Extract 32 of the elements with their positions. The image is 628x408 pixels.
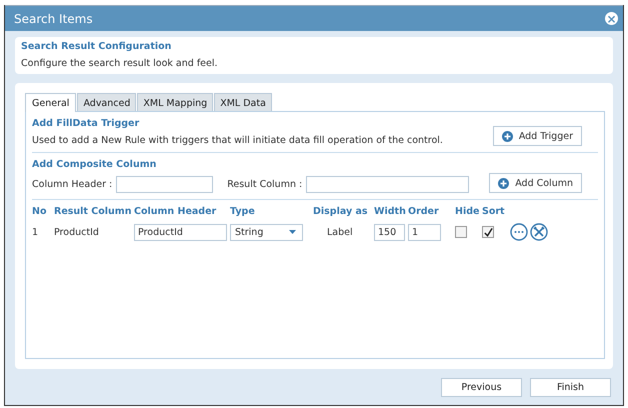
add-column-button[interactable]: Add Column <box>489 173 582 193</box>
tab[interactable]: General <box>25 93 76 112</box>
add-trigger-button[interactable]: Add Trigger <box>492 126 582 146</box>
field-label: Result Column : <box>227 179 302 190</box>
column-header-input[interactable]: ProductId <box>134 224 227 240</box>
column-header: Width <box>374 206 406 217</box>
order-input[interactable]: 1 <box>408 224 441 240</box>
type-dropdown[interactable]: String <box>230 224 303 240</box>
column-header: Order <box>408 206 439 217</box>
tab[interactable]: Advanced <box>77 93 136 111</box>
footer-button[interactable]: Previous <box>441 378 522 397</box>
table-cell: 1 <box>32 226 38 238</box>
section-title: Add FillData Trigger <box>32 118 140 129</box>
section-description: Used to add a New Rule with triggers that will initiate data fill operation of the control. <box>32 135 444 146</box>
column-header: Result Column <box>54 206 132 217</box>
field-label: Column Header : <box>32 179 112 190</box>
column-header: Column Header <box>134 206 216 217</box>
window-title: Search Items <box>14 12 93 26</box>
tab[interactable]: XML Mapping <box>137 93 214 111</box>
section-title: Search Result Configuration <box>21 41 172 52</box>
tab[interactable]: XML Data <box>214 93 272 111</box>
column-header: Hide <box>455 206 480 217</box>
table-cell: ProductId <box>54 226 99 238</box>
width-input[interactable]: 150 <box>374 224 405 240</box>
table-cell-text: Label <box>326 226 353 238</box>
footer-button[interactable]: Finish <box>530 378 611 397</box>
column-header: No <box>32 206 46 217</box>
column-header: Display as <box>313 206 368 217</box>
column-header: Type <box>230 206 255 217</box>
section-description: Configure the search result look and feel. <box>21 58 219 69</box>
column-header: Sort <box>482 206 505 217</box>
section-title: Add Composite Column <box>32 159 158 170</box>
